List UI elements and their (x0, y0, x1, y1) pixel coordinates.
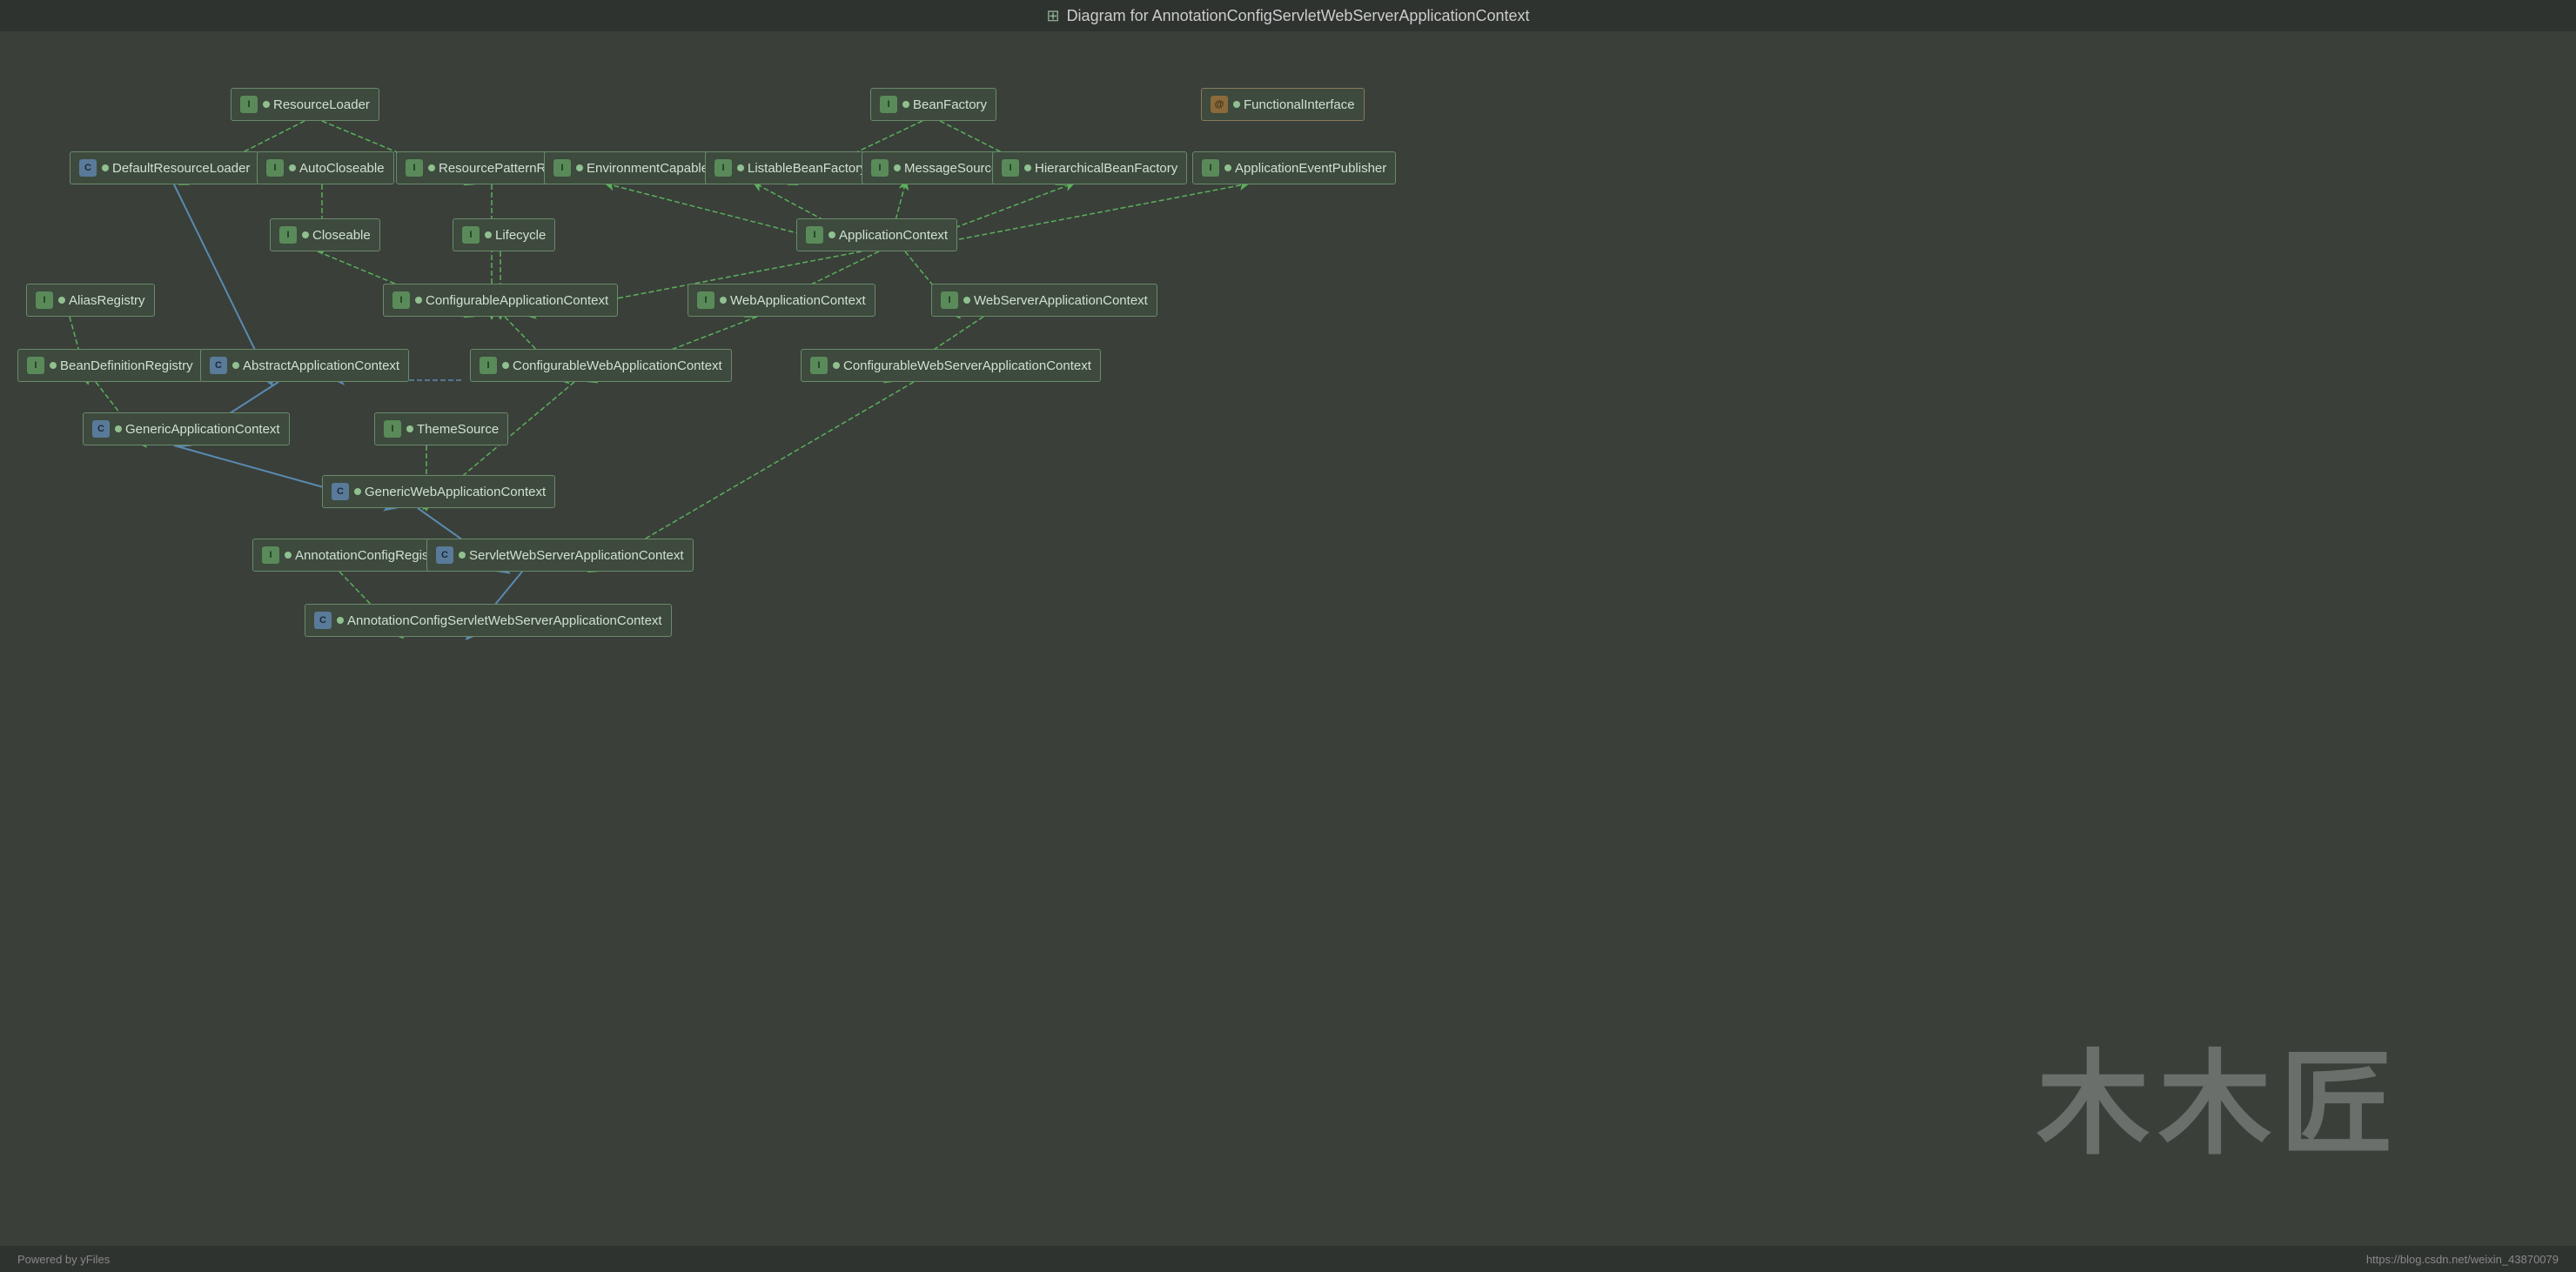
node-label-BeanFactory: BeanFactory (913, 97, 987, 112)
badge-fi: @ (1211, 96, 1228, 113)
node-WebApplicationContext[interactable]: I WebApplicationContext (688, 284, 875, 317)
node-AnnotationConfigRegistry[interactable]: I AnnotationConfigRegistry (252, 539, 453, 572)
node-label-AliasRegistry: AliasRegistry (69, 293, 145, 308)
node-label-WebApplicationContext: WebApplicationContext (730, 293, 866, 308)
node-ApplicationEventPublisher[interactable]: I ApplicationEventPublisher (1192, 151, 1396, 184)
node-AbstractApplicationContext[interactable]: C AbstractApplicationContext (200, 349, 409, 382)
badge-i: I (871, 159, 889, 177)
node-label-AutoCloseable: AutoCloseable (299, 161, 385, 176)
node-label-ConfigurableWebApplicationContext: ConfigurableWebApplicationContext (513, 358, 722, 373)
badge-c: C (314, 612, 332, 629)
badge-i: I (941, 291, 958, 309)
connections-svg (0, 31, 2576, 1246)
node-GenericApplicationContext[interactable]: C GenericApplicationContext (83, 412, 290, 445)
node-label-ConfigurableApplicationContext: ConfigurableApplicationContext (426, 293, 608, 308)
badge-i: I (262, 546, 279, 564)
node-Lifecycle[interactable]: I Lifecycle (453, 218, 555, 251)
node-AutoCloseable[interactable]: I AutoCloseable (257, 151, 394, 184)
node-label-ListableBeanFactory: ListableBeanFactory (748, 161, 867, 176)
node-EnvironmentCapable[interactable]: I EnvironmentCapable (544, 151, 718, 184)
node-label-ApplicationEventPublisher: ApplicationEventPublisher (1235, 161, 1386, 176)
node-BeanDefinitionRegistry[interactable]: I BeanDefinitionRegistry (17, 349, 203, 382)
badge-c: C (436, 546, 453, 564)
node-WebServerApplicationContext[interactable]: I WebServerApplicationContext (931, 284, 1157, 317)
node-label-ConfigurableWebServerApplicationContext: ConfigurableWebServerApplicationContext (843, 358, 1091, 373)
node-label-AnnotationConfigServletWebServerApplicationContext: AnnotationConfigServletWebServerApplicat… (347, 613, 662, 628)
badge-i: I (266, 159, 284, 177)
badge-c: C (332, 483, 349, 500)
node-label-HierarchicalBeanFactory: HierarchicalBeanFactory (1035, 161, 1177, 176)
node-ApplicationContext[interactable]: I ApplicationContext (796, 218, 957, 251)
badge-i: I (240, 96, 258, 113)
badge-i: I (1002, 159, 1019, 177)
badge-i: I (1202, 159, 1219, 177)
node-label-BeanDefinitionRegistry: BeanDefinitionRegistry (60, 358, 193, 373)
badge-i: I (36, 291, 53, 309)
node-label-ServletWebServerApplicationContext: ServletWebServerApplicationContext (469, 548, 684, 563)
node-label-ThemeSource: ThemeSource (417, 422, 499, 437)
node-label-GenericApplicationContext: GenericApplicationContext (125, 422, 280, 437)
watermark: 木木匠 (2036, 1013, 2402, 1176)
badge-i: I (697, 291, 714, 309)
badge-i: I (553, 159, 571, 177)
node-label-ResourceLoader: ResourceLoader (273, 97, 370, 112)
title-bar: ⊞ Diagram for AnnotationConfigServletWeb… (0, 0, 2576, 31)
badge-i: I (27, 357, 44, 374)
node-AnnotationConfigServletWebServerApplicationContext[interactable]: C AnnotationConfigServletWebServerApplic… (305, 604, 672, 637)
node-label-DefaultResourceLoader: DefaultResourceLoader (112, 161, 250, 176)
node-FunctionalInterface[interactable]: @ FunctionalInterface (1201, 88, 1365, 121)
title-text: Diagram for AnnotationConfigServletWebSe… (1067, 7, 1530, 25)
node-ThemeSource[interactable]: I ThemeSource (374, 412, 508, 445)
badge-i: I (880, 96, 897, 113)
node-label-AnnotationConfigRegistry: AnnotationConfigRegistry (295, 548, 443, 563)
node-label-EnvironmentCapable: EnvironmentCapable (587, 161, 708, 176)
node-label-Closeable: Closeable (312, 228, 371, 243)
diagram-area: I ResourceLoader I BeanFactory @ Functio… (0, 31, 2576, 1246)
badge-i: I (810, 357, 828, 374)
node-label-MessageSource: MessageSource (904, 161, 998, 176)
badge-i: I (714, 159, 732, 177)
node-HierarchicalBeanFactory[interactable]: I HierarchicalBeanFactory (992, 151, 1187, 184)
node-ResourceLoader[interactable]: I ResourceLoader (231, 88, 379, 121)
badge-i: I (392, 291, 410, 309)
node-label-WebServerApplicationContext: WebServerApplicationContext (974, 293, 1148, 308)
url: https://blog.csdn.net/weixin_43870079 (2366, 1253, 2559, 1266)
node-label-Lifecycle: Lifecycle (495, 228, 546, 243)
bottom-bar: Powered by yFiles https://blog.csdn.net/… (0, 1246, 2576, 1272)
node-ConfigurableWebServerApplicationContext[interactable]: I ConfigurableWebServerApplicationContex… (801, 349, 1101, 382)
node-GenericWebApplicationContext[interactable]: C GenericWebApplicationContext (322, 475, 555, 508)
node-ConfigurableApplicationContext[interactable]: I ConfigurableApplicationContext (383, 284, 618, 317)
diagram-icon: ⊞ (1046, 7, 1059, 25)
node-ListableBeanFactory[interactable]: I ListableBeanFactory (705, 151, 876, 184)
node-Closeable[interactable]: I Closeable (270, 218, 380, 251)
node-BeanFactory[interactable]: I BeanFactory (870, 88, 996, 121)
node-label-ApplicationContext: ApplicationContext (839, 228, 948, 243)
badge-c: C (79, 159, 97, 177)
badge-c: C (92, 420, 110, 438)
node-ConfigurableWebApplicationContext[interactable]: I ConfigurableWebApplicationContext (470, 349, 732, 382)
badge-i: I (384, 420, 401, 438)
badge-c: C (210, 357, 227, 374)
node-label-AbstractApplicationContext: AbstractApplicationContext (243, 358, 399, 373)
node-ServletWebServerApplicationContext[interactable]: C ServletWebServerApplicationContext (426, 539, 694, 572)
badge-i: I (462, 226, 480, 244)
badge-i: I (806, 226, 823, 244)
node-AliasRegistry[interactable]: I AliasRegistry (26, 284, 155, 317)
badge-i: I (279, 226, 297, 244)
badge-i: I (406, 159, 423, 177)
node-label-GenericWebApplicationContext: GenericWebApplicationContext (365, 485, 546, 499)
node-MessageSource[interactable]: I MessageSource (862, 151, 1008, 184)
powered-by: Powered by yFiles (17, 1253, 110, 1266)
badge-i: I (480, 357, 497, 374)
node-DefaultResourceLoader[interactable]: C DefaultResourceLoader (70, 151, 259, 184)
node-label-FunctionalInterface: FunctionalInterface (1244, 97, 1355, 112)
